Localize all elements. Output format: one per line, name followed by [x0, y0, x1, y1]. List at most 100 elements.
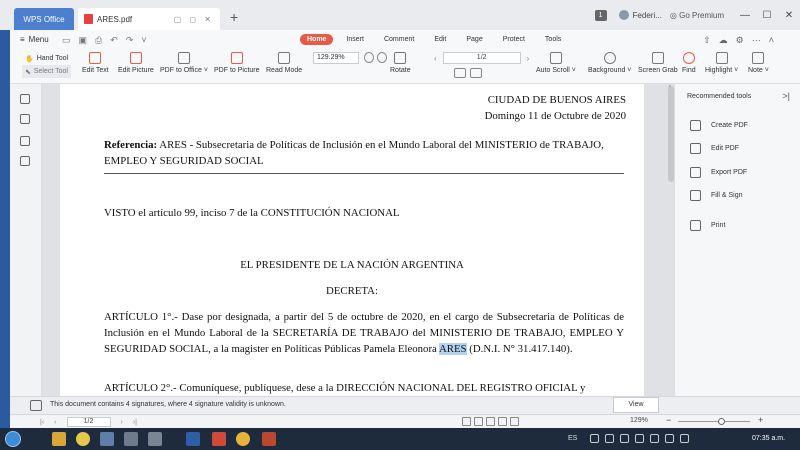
collapse-panel-icon[interactable]: >| [782, 91, 790, 101]
bookmark-icon[interactable] [20, 94, 30, 104]
tab-protect[interactable]: Protect [496, 34, 532, 45]
redo-icon[interactable]: ↷ [126, 35, 134, 46]
note-button[interactable]: Note ˅ [748, 52, 769, 74]
last-page-icon[interactable]: ›| [133, 419, 137, 426]
annotations-icon[interactable] [20, 136, 30, 146]
view-mode-icon-4[interactable] [498, 417, 507, 426]
undo-icon[interactable]: ↶ [110, 35, 118, 46]
view-signatures-button[interactable]: View [613, 397, 659, 413]
export-pdf-item[interactable]: Export PDF [690, 167, 747, 178]
save-icon[interactable]: ▣ [79, 35, 88, 46]
prev-page-status-icon[interactable]: ‹ [54, 419, 56, 426]
print-icon[interactable]: ⎙ [95, 35, 102, 46]
two-page-icon[interactable] [470, 68, 482, 78]
cloud-icon[interactable]: ☁ [719, 35, 728, 46]
printer-icon [690, 220, 701, 231]
tab-page[interactable]: Page [459, 34, 489, 45]
view-mode-icon-2[interactable] [474, 417, 483, 426]
share-icon[interactable]: ⇧ [703, 35, 711, 46]
taskbar-app-icon-5[interactable] [148, 432, 162, 446]
edit-picture-button[interactable]: Edit Picture [118, 52, 154, 74]
dropdown-icon[interactable]: ˅ [141, 35, 146, 46]
view-mode-icon-5[interactable] [510, 417, 519, 426]
tab-insert[interactable]: Insert [339, 34, 371, 45]
first-page-icon[interactable]: |‹ [40, 419, 44, 426]
menu-button[interactable]: ≡ Menu [20, 35, 49, 44]
language-indicator[interactable]: ES [568, 435, 577, 442]
background-button[interactable]: Background ˅ [588, 52, 631, 74]
close-window-button[interactable]: ✕ [778, 10, 800, 21]
rotate-button[interactable]: Rotate [390, 52, 411, 74]
thumbnails-icon[interactable] [20, 114, 30, 124]
hand-tool[interactable]: ✋ Hand Tool [22, 52, 71, 65]
find-button[interactable]: Find [682, 52, 696, 74]
status-view-icons [462, 417, 519, 426]
status-zoom-value[interactable]: 129% [630, 417, 648, 424]
view-mode-icon-3[interactable] [486, 417, 495, 426]
prev-page-icon[interactable]: ‹ [434, 54, 437, 63]
tray-icon-5[interactable] [650, 434, 659, 443]
zoom-slider-knob[interactable] [718, 418, 725, 425]
create-pdf-item[interactable]: Create PDF [690, 120, 748, 131]
screen-grab-button[interactable]: Screen Grab [638, 52, 678, 74]
pdf-to-picture-button[interactable]: PDF to Picture [214, 52, 260, 74]
wps-pdf-icon[interactable] [212, 432, 226, 446]
page-number-input[interactable]: 1/2 [442, 52, 521, 64]
tray-icon-3[interactable] [620, 434, 629, 443]
next-page-status-icon[interactable]: › [121, 419, 123, 426]
settings-icon[interactable]: ⚙ [736, 35, 744, 46]
tab-controls[interactable]: ▢ ◻ ✕ [174, 15, 214, 24]
word-icon[interactable] [186, 432, 200, 446]
tab-wps-office[interactable]: WPS Office [14, 8, 74, 30]
status-page-input[interactable]: 1/2 [66, 417, 111, 427]
zoom-out-icon[interactable] [377, 52, 387, 63]
zoom-out-button[interactable]: − [666, 415, 671, 425]
tab-comment[interactable]: Comment [377, 34, 421, 45]
select-tool[interactable]: ⬉ Select Tool [22, 65, 72, 78]
pdf-to-office-button[interactable]: PDF to Office ˅ [160, 52, 208, 74]
attachments-icon[interactable] [20, 156, 30, 166]
edit-pdf-item[interactable]: Edit PDF [690, 143, 739, 154]
file-explorer-icon[interactable] [52, 432, 66, 446]
search-highlight: ARES [438, 343, 467, 355]
tray-icon-2[interactable] [605, 434, 614, 443]
zoom-slider[interactable] [678, 421, 750, 422]
tab-document[interactable]: ARES.pdf ▢ ◻ ✕ [78, 8, 220, 30]
zoom-in-button[interactable]: + [758, 415, 763, 425]
start-button[interactable] [5, 431, 21, 447]
tab-home[interactable]: Home [300, 34, 334, 45]
more-icon[interactable]: ⋯ [752, 35, 761, 46]
taskbar-app-icon-8[interactable] [236, 432, 250, 446]
print-item[interactable]: Print [690, 220, 725, 231]
taskbar-app-icon-3[interactable] [100, 432, 114, 446]
view-mode-icon-1[interactable] [462, 417, 471, 426]
clock[interactable]: 07:35 a.m. [752, 435, 785, 442]
taskbar-app-icon-4[interactable] [124, 432, 138, 446]
document-viewport[interactable]: CIUDAD DE BUENOS AIRES Domingo 11 de Oct… [42, 84, 664, 396]
notification-badge[interactable]: 1 [594, 9, 607, 21]
tray-icon-1[interactable] [590, 434, 599, 443]
read-mode-button[interactable]: Read Mode [266, 52, 302, 74]
auto-scroll-button[interactable]: Auto Scroll ˅ [536, 52, 576, 74]
go-premium-link[interactable]: ◎ Go Premium [670, 11, 724, 20]
tray-icon-4[interactable] [635, 434, 644, 443]
wps-office-icon[interactable] [262, 432, 276, 446]
chrome-icon[interactable] [76, 432, 90, 446]
fill-sign-item[interactable]: Fill & Sign [690, 190, 743, 201]
network-icon[interactable] [665, 434, 674, 443]
tab-tools[interactable]: Tools [538, 34, 568, 45]
collapse-ribbon-icon[interactable]: ˄ [769, 35, 774, 46]
single-page-icon[interactable] [454, 68, 466, 78]
new-tab-button[interactable]: + [230, 9, 238, 25]
highlight-button[interactable]: Highlight ˅ [705, 52, 738, 74]
zoom-in-icon[interactable] [364, 52, 374, 63]
user-account[interactable]: Federi... [618, 10, 662, 20]
zoom-select[interactable]: 129.29% [313, 52, 359, 64]
folder-icon[interactable]: ▭ [62, 35, 71, 46]
volume-icon[interactable] [680, 434, 689, 443]
next-page-icon[interactable]: › [527, 54, 530, 63]
tab-edit[interactable]: Edit [427, 34, 453, 45]
minimize-button[interactable]: — [734, 10, 756, 21]
maximize-button[interactable]: ☐ [756, 10, 778, 21]
edit-text-button[interactable]: Edit Text [82, 52, 109, 74]
